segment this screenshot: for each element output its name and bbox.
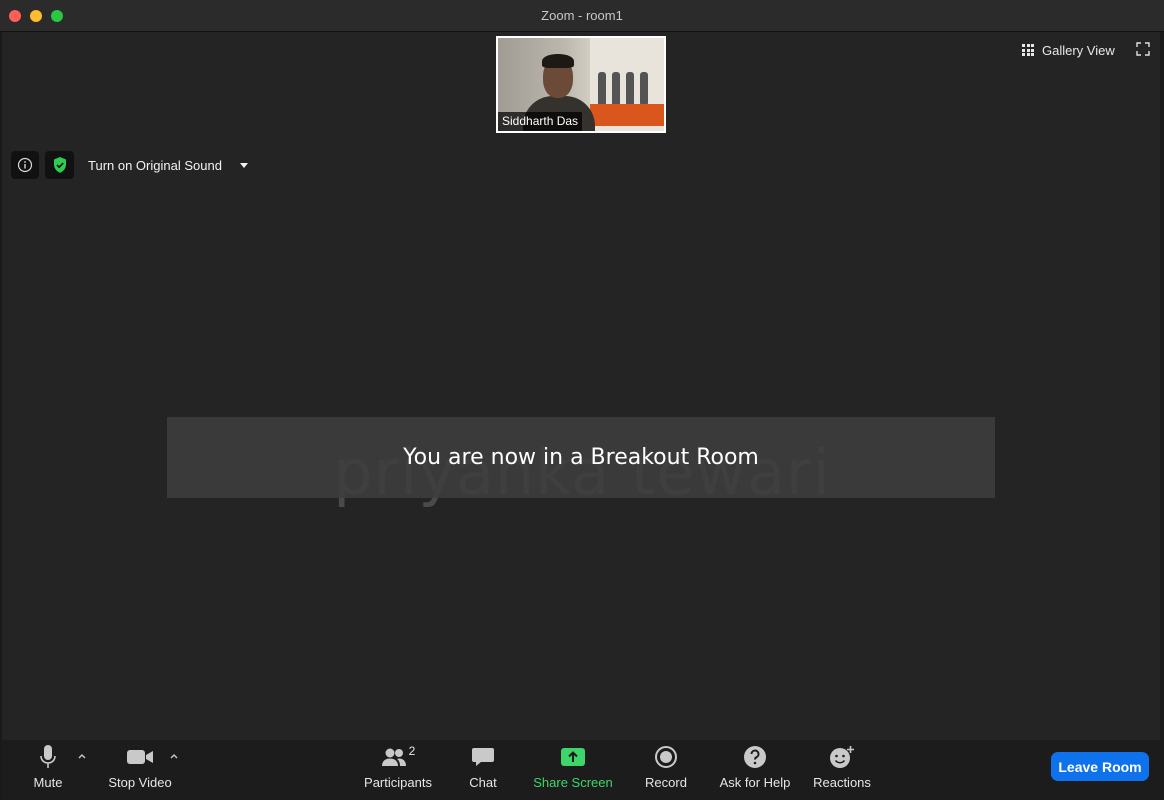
stop-video-button[interactable]: Stop Video: [104, 744, 176, 792]
video-camera-icon: [127, 750, 153, 764]
participants-label: Participants: [364, 775, 432, 790]
participant-hair: [542, 54, 574, 68]
reactions-icon: [830, 746, 854, 768]
mute-label: Mute: [33, 775, 63, 790]
mute-button[interactable]: Mute: [30, 744, 66, 792]
reactions-label: Reactions: [813, 775, 871, 790]
original-sound-toggle[interactable]: Turn on Original Sound: [80, 151, 256, 179]
participant-thumbnail[interactable]: Siddharth Das: [496, 36, 666, 133]
chat-label: Chat: [469, 775, 497, 790]
thumbnail-figure: [598, 72, 606, 106]
title-bar: Zoom - room1: [0, 0, 1164, 32]
leave-room-button[interactable]: Leave Room: [1051, 752, 1149, 781]
participants-count: 2: [408, 744, 416, 758]
gallery-view-button[interactable]: Gallery View: [1022, 42, 1115, 58]
participant-name-label: Siddharth Das: [498, 112, 583, 131]
breakout-room-notification: You are now in a Breakout Room: [167, 417, 995, 498]
meeting-info-button[interactable]: [11, 151, 39, 179]
original-sound-label: Turn on Original Sound: [88, 157, 222, 173]
chat-button[interactable]: Chat: [465, 744, 501, 792]
participants-icon: [381, 748, 406, 766]
grid-icon: [1022, 44, 1034, 56]
reactions-button[interactable]: Reactions: [810, 744, 874, 792]
window-title: Zoom - room1: [541, 8, 623, 23]
info-icon: [17, 157, 33, 173]
participants-button[interactable]: 2 Participants: [359, 744, 437, 792]
microphone-icon: [40, 745, 56, 768]
chevron-up-icon[interactable]: [77, 752, 87, 760]
fullscreen-icon[interactable]: [1136, 42, 1150, 56]
breakout-room-message: You are now in a Breakout Room: [403, 445, 759, 470]
chevron-up-icon[interactable]: [169, 752, 179, 760]
share-screen-button[interactable]: Share Screen: [530, 744, 616, 792]
help-icon: [744, 746, 766, 768]
chevron-down-icon[interactable]: [239, 162, 248, 168]
thumbnail-figure: [640, 72, 648, 106]
record-icon: [655, 746, 677, 768]
thumbnail-figure: [612, 72, 620, 106]
share-screen-label: Share Screen: [533, 775, 613, 790]
stop-video-label: Stop Video: [108, 775, 172, 790]
gallery-view-label: Gallery View: [1042, 42, 1115, 58]
share-screen-icon: [561, 748, 585, 766]
thumbnail-figure: [626, 72, 634, 106]
ask-for-help-label: Ask for Help: [719, 775, 791, 790]
shield-icon: [53, 157, 66, 173]
security-button[interactable]: [45, 151, 74, 179]
thumbnail-banner: [590, 104, 664, 126]
chat-icon: [472, 748, 494, 766]
record-label: Record: [645, 775, 687, 790]
record-button[interactable]: Record: [641, 744, 691, 792]
ask-for-help-button[interactable]: Ask for Help: [715, 744, 795, 792]
